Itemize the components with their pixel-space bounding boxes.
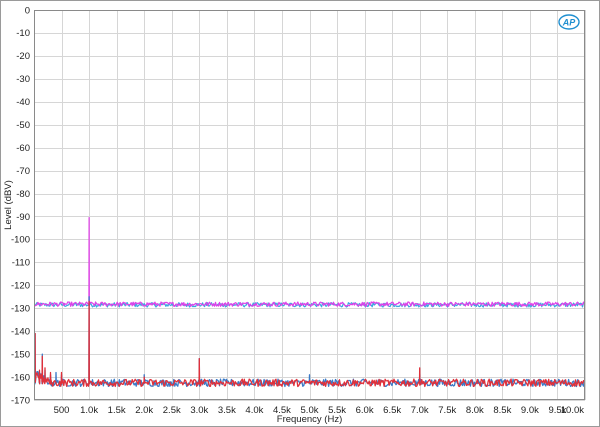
y-tick-label: -10 <box>16 28 30 39</box>
y-tick-label: -50 <box>16 120 30 131</box>
y-tick-label: -70 <box>16 166 30 177</box>
y-tick-label: -30 <box>16 74 30 85</box>
ap-logo-text: AP <box>562 18 576 28</box>
y-tick-label: -150 <box>11 349 30 360</box>
y-tick-label: 0 <box>25 5 30 16</box>
x-tick-label: 3.5k <box>218 405 236 416</box>
y-tick-label: -110 <box>12 258 30 269</box>
y-tick-label: -90 <box>16 212 30 223</box>
y-tick-label: -60 <box>16 143 30 154</box>
y-tick-label: -170 <box>11 395 30 406</box>
y-tick-label: -120 <box>11 281 30 292</box>
x-tick-label: 8.0k <box>466 405 484 416</box>
x-tick-label: 1.5k <box>108 405 126 416</box>
x-tick-label: 2.0k <box>135 405 153 416</box>
y-tick-label: -20 <box>16 51 30 62</box>
y-tick-label: -130 <box>11 304 30 315</box>
x-tick-label: 4.0k <box>245 405 263 416</box>
x-tick-label: 8.5k <box>493 405 511 416</box>
y-axis-title: Level (dBV) <box>3 180 14 230</box>
chart: 0 -10 -20 -30 -40 -50 -60 -70 -80 -90 -100 -110 -120… <box>3 5 586 425</box>
x-tick-label: 1.0k <box>80 405 98 416</box>
y-tick-label: -140 <box>11 326 30 337</box>
x-tick-label: 2.5k <box>163 405 181 416</box>
x-tick-label: 10.0k <box>561 405 584 416</box>
x-tick-label: 7.0k <box>411 405 429 416</box>
x-tick-label: 500 <box>54 405 70 416</box>
y-tick-label: -80 <box>16 189 30 200</box>
x-tick-label: 3.0k <box>190 405 208 416</box>
y-tick-label: -160 <box>11 372 30 383</box>
x-axis-title: Frequency (Hz) <box>277 414 342 425</box>
x-tick-label: 6.0k <box>356 405 374 416</box>
y-tick-label: -40 <box>16 97 30 108</box>
x-tick-label: 7.5k <box>438 405 456 416</box>
x-tick-label: 6.5k <box>383 405 401 416</box>
x-tick-label: 9.0k <box>521 405 539 416</box>
y-tick-label: -100 <box>11 235 30 246</box>
